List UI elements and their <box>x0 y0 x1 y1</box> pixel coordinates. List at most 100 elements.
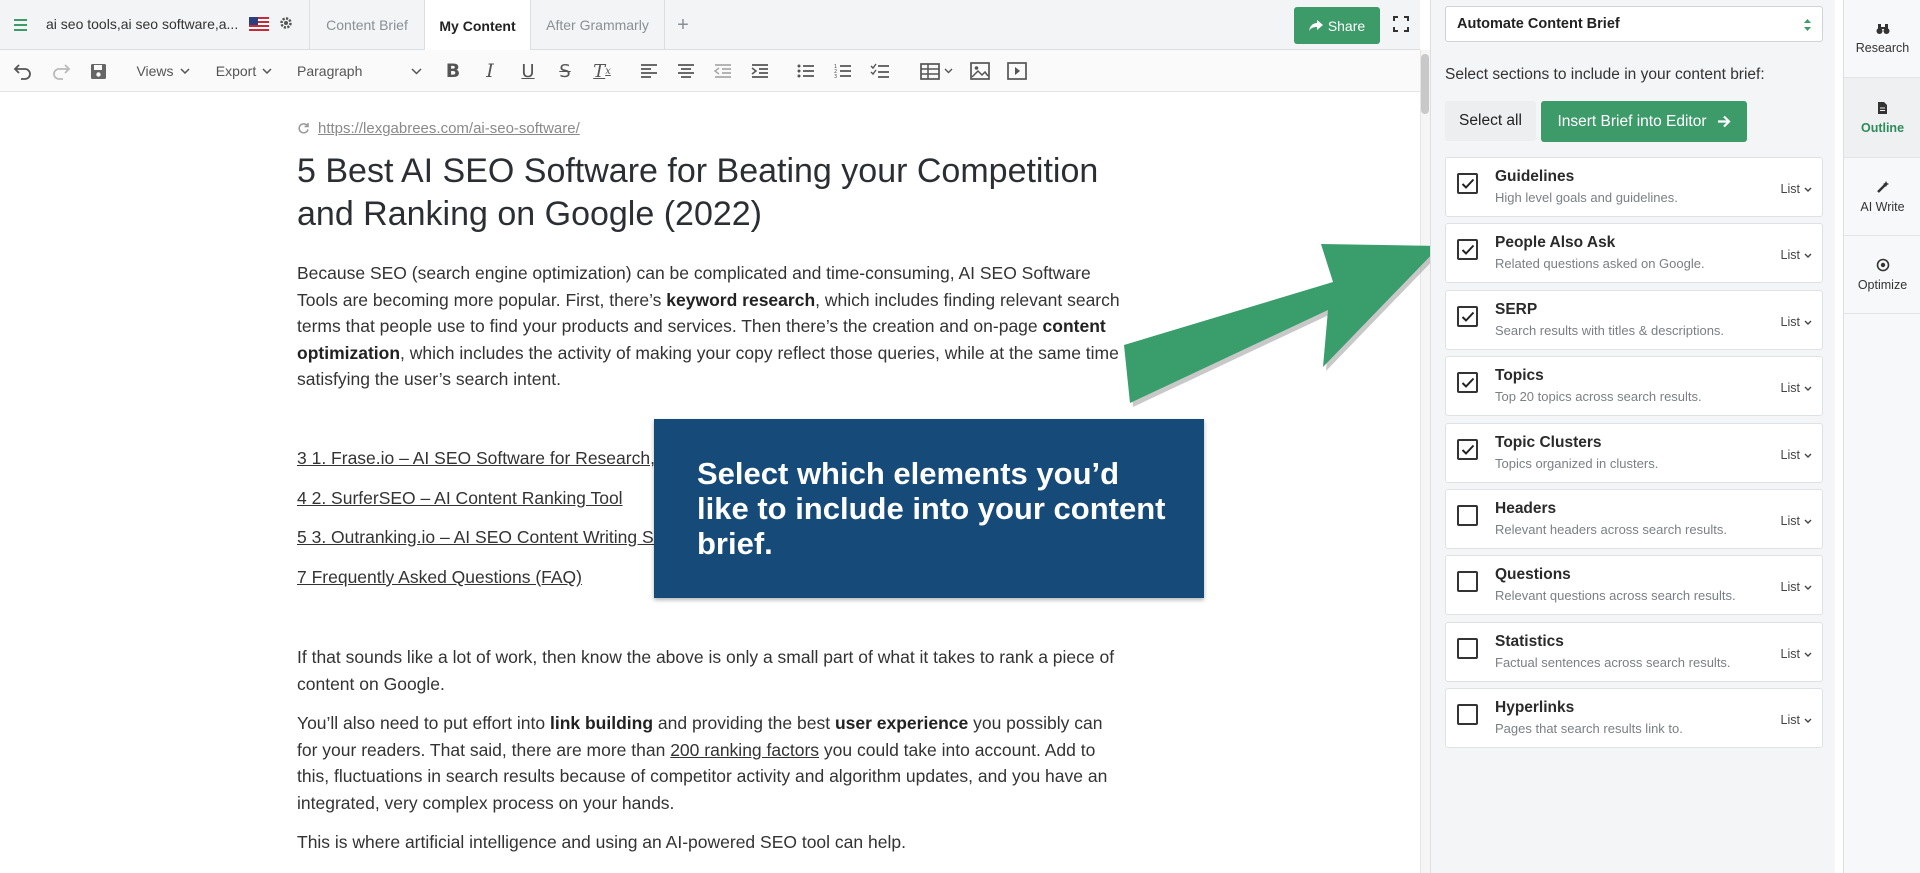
ranking-factors-link[interactable]: 200 ranking factors <box>670 740 819 760</box>
toc-link[interactable]: 4 2. SurferSEO – AI Content Ranking Tool <box>297 488 623 509</box>
section-checkbox[interactable] <box>1457 306 1478 327</box>
chevron-down-icon <box>411 67 422 75</box>
nav-optimize[interactable]: Optimize <box>1844 236 1920 314</box>
section-title: Headers <box>1495 500 1557 517</box>
numbered-list-icon[interactable]: 123 <box>830 58 856 84</box>
image-insert-icon[interactable] <box>967 58 993 84</box>
section-checkbox[interactable] <box>1457 439 1478 460</box>
fullscreen-icon[interactable] <box>1392 15 1410 33</box>
share-icon <box>1308 19 1323 31</box>
section-mode-dropdown[interactable]: List <box>1781 248 1812 262</box>
video-insert-icon[interactable] <box>1004 58 1030 84</box>
document-heading[interactable]: 5 Best AI SEO Software for Beating your … <box>297 150 1137 236</box>
section-mode-dropdown[interactable]: List <box>1781 182 1812 196</box>
export-dropdown[interactable]: Export <box>213 58 275 84</box>
callout-text: Select which elements you’d like to incl… <box>697 456 1166 561</box>
formatting-toolbar: Views Export Paragraph B I U S Tx 123 <box>0 50 1420 92</box>
section-description: Related questions asked on Google. <box>1495 256 1705 271</box>
section-checkbox[interactable] <box>1457 571 1478 592</box>
section-checkbox[interactable] <box>1457 173 1478 194</box>
section-title: People Also Ask <box>1495 234 1616 251</box>
brief-section-people-also-ask[interactable]: People Also Ask Related questions asked o… <box>1445 223 1823 283</box>
checklist-icon[interactable] <box>867 58 893 84</box>
select-arrows-icon <box>1804 19 1811 31</box>
nav-research[interactable]: Research <box>1844 0 1920 78</box>
section-description: Topics organized in clusters. <box>1495 456 1659 471</box>
block-format-select[interactable]: Paragraph <box>297 58 422 84</box>
brief-section-serp[interactable]: SERP Search results with titles & descrip… <box>1445 290 1823 350</box>
section-checkbox[interactable] <box>1457 372 1478 393</box>
section-checkbox[interactable] <box>1457 505 1478 526</box>
section-description: High level goals and guidelines. <box>1495 190 1678 205</box>
content-brief-panel: Automate Content Brief Select sections t… <box>1430 0 1835 873</box>
table-insert-icon[interactable] <box>915 58 957 84</box>
chevron-down-icon <box>1804 320 1812 325</box>
brief-section-topic-clusters[interactable]: Topic Clusters Topics organized in cluste… <box>1445 423 1823 483</box>
editor-scrollbar-thumb[interactable] <box>1421 54 1429 114</box>
section-mode-dropdown[interactable]: List <box>1781 713 1812 727</box>
checkmark-icon <box>1461 444 1474 455</box>
select-all-button[interactable]: Select all <box>1445 101 1536 141</box>
brief-section-headers[interactable]: Headers Relevant headers across search re… <box>1445 489 1823 549</box>
indent-icon[interactable] <box>747 58 773 84</box>
tab-after-grammarly[interactable]: After Grammarly <box>530 0 665 50</box>
toc-link[interactable]: 3 1. Frase.io – AI SEO Software for Rese… <box>297 448 672 469</box>
source-url-link[interactable]: https://lexgabrees.com/ai-seo-software/ <box>297 120 580 137</box>
document-title[interactable]: ai seo tools,ai seo software,a... <box>46 16 238 32</box>
section-checkbox[interactable] <box>1457 638 1478 659</box>
section-mode-dropdown[interactable]: List <box>1781 514 1812 528</box>
underline-icon[interactable]: U <box>515 58 541 84</box>
bold-icon[interactable]: B <box>440 58 466 84</box>
tab-my-content[interactable]: My Content <box>424 0 530 51</box>
section-mode-dropdown[interactable]: List <box>1781 448 1812 462</box>
strikethrough-icon[interactable]: S <box>552 58 578 84</box>
section-mode-dropdown[interactable]: List <box>1781 315 1812 329</box>
settings-gear-icon[interactable] <box>279 16 293 30</box>
chevron-down-icon <box>1804 386 1812 391</box>
toc-link[interactable]: 7 Frequently Asked Questions (FAQ) <box>297 567 582 588</box>
nav-outline[interactable]: Outline <box>1844 78 1920 158</box>
section-title: Questions <box>1495 566 1571 583</box>
brief-section-hyperlinks[interactable]: Hyperlinks Pages that search results link… <box>1445 688 1823 748</box>
chevron-down-icon <box>1804 453 1812 458</box>
tab-content-brief[interactable]: Content Brief <box>309 0 424 50</box>
paragraph[interactable]: If that sounds like a lot of work, then … <box>297 644 1127 697</box>
brief-section-questions[interactable]: Questions Relevant questions across searc… <box>1445 555 1823 615</box>
align-left-icon[interactable] <box>636 58 662 84</box>
hamburger-menu-icon[interactable] <box>8 12 34 38</box>
undo-icon[interactable] <box>10 58 36 84</box>
save-icon[interactable] <box>85 58 111 84</box>
top-tab-bar: ai seo tools,ai seo software,a... Conten… <box>0 0 1420 51</box>
redo-icon[interactable] <box>48 58 74 84</box>
paragraph[interactable]: You’ll also need to put effort into link… <box>297 710 1127 816</box>
section-mode-dropdown[interactable]: List <box>1781 580 1812 594</box>
section-checkbox[interactable] <box>1457 239 1478 260</box>
arrow-right-icon <box>1717 115 1731 128</box>
toc-link[interactable]: 5 3. Outranking.io – AI SEO Content Writ… <box>297 527 663 548</box>
add-tab-icon[interactable]: + <box>671 13 695 37</box>
outdent-icon[interactable] <box>710 58 736 84</box>
brief-section-statistics[interactable]: Statistics Factual sentences across searc… <box>1445 622 1823 682</box>
section-mode-dropdown[interactable]: List <box>1781 647 1812 661</box>
section-title: Guidelines <box>1495 168 1575 185</box>
brief-mode-select[interactable]: Automate Content Brief <box>1445 6 1823 42</box>
views-dropdown[interactable]: Views <box>133 58 193 84</box>
insert-brief-button[interactable]: Insert Brief into Editor <box>1541 101 1747 142</box>
paragraph-intro[interactable]: Because SEO (search engine optimization)… <box>297 260 1127 393</box>
checkmark-icon <box>1461 244 1474 255</box>
binoculars-icon <box>1876 23 1889 34</box>
chevron-down-icon <box>1804 253 1812 258</box>
clear-format-icon[interactable]: Tx <box>589 58 615 84</box>
bullet-list-icon[interactable] <box>793 58 819 84</box>
nav-ai-write[interactable]: AI Write <box>1844 158 1920 236</box>
share-button[interactable]: Share <box>1294 7 1380 44</box>
editor-scrollbar[interactable] <box>1420 50 1430 873</box>
italic-icon[interactable]: I <box>477 58 503 84</box>
brief-section-guidelines[interactable]: Guidelines High level goals and guideline… <box>1445 157 1823 217</box>
align-center-icon[interactable] <box>673 58 699 84</box>
paragraph[interactable]: This is where artificial intelligence an… <box>297 829 1127 856</box>
section-checkbox[interactable] <box>1457 704 1478 725</box>
brief-section-topics[interactable]: Topics Top 20 topics across search result… <box>1445 356 1823 416</box>
section-description: Top 20 topics across search results. <box>1495 389 1702 404</box>
section-mode-dropdown[interactable]: List <box>1781 381 1812 395</box>
